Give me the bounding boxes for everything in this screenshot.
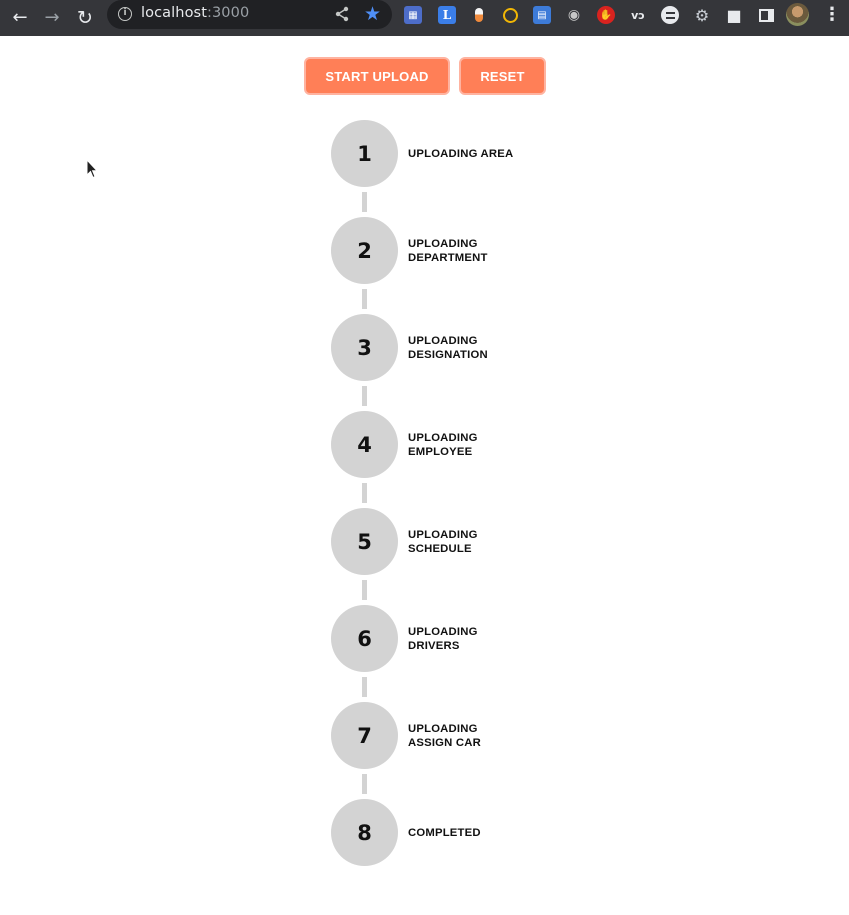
step-connector — [362, 677, 367, 697]
step-connector — [362, 289, 367, 309]
step-item: 3 UPLOADING DESIGNATION — [331, 314, 631, 381]
step-label: UPLOADING DEPARTMENT — [408, 237, 488, 264]
step-number: 1 — [331, 120, 398, 187]
step-item: 2 UPLOADING DEPARTMENT — [331, 217, 631, 284]
step-connector — [362, 386, 367, 406]
step-connector — [362, 192, 367, 212]
step-connector — [362, 774, 367, 794]
step-label: UPLOADING AREA — [408, 147, 514, 160]
step-label: COMPLETED — [408, 826, 481, 839]
upload-stepper: 1 UPLOADING AREA 2 UPLOADING DEPARTMENT … — [0, 0, 849, 915]
step-label: UPLOADING EMPLOYEE — [408, 431, 478, 458]
step-connector — [362, 483, 367, 503]
step-item: 8 COMPLETED — [331, 799, 631, 866]
step-item: 1 UPLOADING AREA — [331, 120, 631, 187]
step-label: UPLOADING SCHEDULE — [408, 528, 478, 555]
step-item: 6 UPLOADING DRIVERS — [331, 605, 631, 672]
step-connector — [362, 580, 367, 600]
step-number: 5 — [331, 508, 398, 575]
step-label: UPLOADING DRIVERS — [408, 625, 478, 652]
step-number: 4 — [331, 411, 398, 478]
step-label: UPLOADING DESIGNATION — [408, 334, 488, 361]
step-number: 6 — [331, 605, 398, 672]
step-item: 4 UPLOADING EMPLOYEE — [331, 411, 631, 478]
step-item: 5 UPLOADING SCHEDULE — [331, 508, 631, 575]
step-number: 2 — [331, 217, 398, 284]
step-number: 3 — [331, 314, 398, 381]
step-label: UPLOADING ASSIGN CAR — [408, 722, 481, 749]
step-number: 8 — [331, 799, 398, 866]
step-item: 7 UPLOADING ASSIGN CAR — [331, 702, 631, 769]
step-number: 7 — [331, 702, 398, 769]
